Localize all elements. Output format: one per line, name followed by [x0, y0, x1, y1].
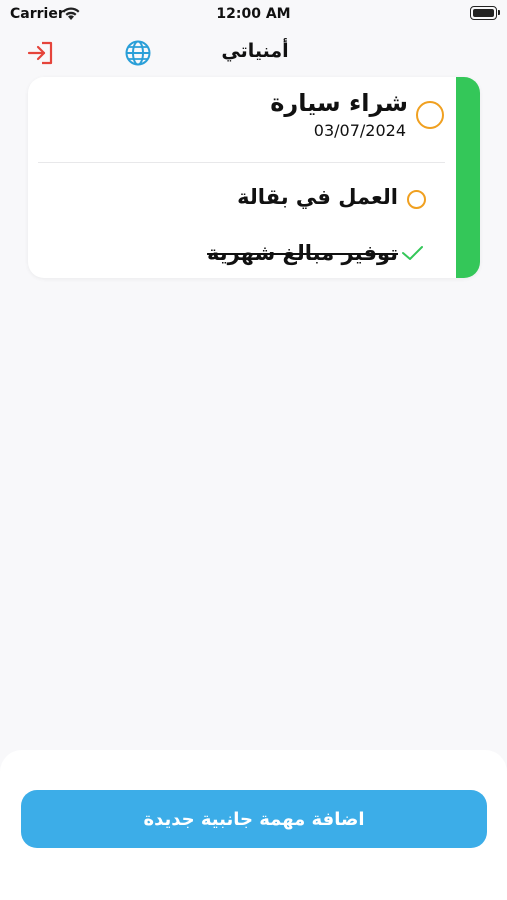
status-bar: Carrier 12:00 AM [0, 0, 507, 30]
logout-icon[interactable] [26, 39, 56, 67]
goal-date: 03/07/2024 [313, 121, 406, 140]
goal-title: شراء سيارة [270, 89, 408, 117]
divider [38, 162, 445, 163]
task-title-completed: توفير مبالغ شهرية [207, 241, 398, 265]
task-status-circle-icon[interactable] [407, 190, 426, 209]
goal-card[interactable]: شراء سيارة 03/07/2024 العمل في بقالة توف… [28, 77, 480, 278]
bottom-panel: اضافة مهمة جانبية جديدة [0, 750, 507, 900]
checkmark-icon[interactable] [400, 243, 424, 263]
page-title: أمنياتي [221, 40, 289, 62]
goal-status-stripe [456, 77, 480, 278]
globe-icon[interactable] [124, 39, 152, 67]
goal-status-circle-icon[interactable] [416, 101, 444, 129]
task-title: العمل في بقالة [237, 185, 398, 209]
screen: Carrier 12:00 AM أمنياتي شراء سيارة 03/0… [0, 0, 507, 900]
add-subtask-button[interactable]: اضافة مهمة جانبية جديدة [21, 790, 487, 848]
status-time: 12:00 AM [216, 6, 291, 22]
battery-icon [470, 6, 500, 20]
